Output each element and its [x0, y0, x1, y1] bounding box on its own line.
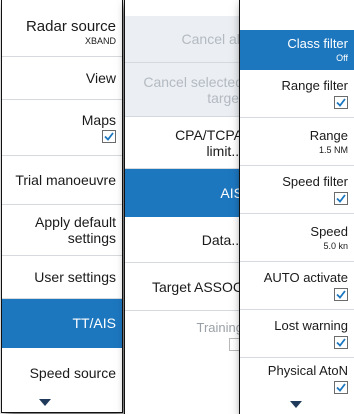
menu-item-ais[interactable]: AIS: [125, 169, 249, 217]
menu-item-radar-source[interactable]: Radar source XBAND: [2, 0, 122, 57]
menu-item-range-filter[interactable]: Range filter: [240, 70, 354, 118]
training-label: Training: [196, 319, 243, 335]
cancel-selected-target-label: Cancel selected target: [143, 73, 243, 106]
data-label: Data...: [201, 231, 243, 248]
range-label: Range: [309, 128, 348, 143]
physical-aton-checkbox[interactable]: [334, 380, 348, 394]
cancel-all-label: Cancel all: [181, 31, 243, 47]
checkmark-icon: [336, 98, 346, 107]
auto-activate-label: AUTO activate: [263, 270, 348, 285]
menu-item-range[interactable]: Range 1.5 NM: [240, 118, 354, 166]
menu-item-view[interactable]: View: [2, 57, 122, 100]
auto-activate-checkbox[interactable]: [334, 288, 348, 301]
tt-ais-submenu-panel: Cancel all Cancel selected target CPA/TC…: [125, 0, 249, 414]
maps-label: Maps: [81, 112, 116, 128]
menu-item-auto-activate[interactable]: AUTO activate: [240, 262, 354, 310]
menu-item-training: Training: [125, 311, 249, 359]
maps-checkbox[interactable]: [102, 130, 116, 143]
speed-filter-label: Speed filter: [282, 174, 348, 189]
lost-warning-label: Lost warning: [274, 318, 348, 333]
user-settings-label: User settings: [34, 269, 116, 285]
menu-item-user-settings[interactable]: User settings: [2, 256, 122, 299]
scroll-down-icon[interactable]: [39, 399, 51, 406]
speed-filter-checkbox[interactable]: [334, 192, 348, 205]
apply-default-settings-label: Apply default settings: [35, 214, 116, 246]
radar-source-value: XBAND: [84, 35, 116, 46]
menu-item-tt-ais[interactable]: TT/AIS: [2, 299, 122, 348]
menu-item-speed[interactable]: Speed 5.0 kn: [240, 214, 354, 262]
menu-item-speed-source[interactable]: Speed source: [2, 348, 122, 398]
tt-ais-label: TT/AIS: [72, 315, 116, 331]
menu-item-cpa-tcpa-limit[interactable]: CPA/TCPA limit...: [125, 117, 249, 169]
range-filter-checkbox[interactable]: [334, 96, 348, 109]
class-filter-label: Class filter: [287, 36, 348, 51]
checkmark-icon: [336, 338, 346, 347]
checkmark-icon: [104, 132, 114, 141]
menu-item-lost-warning[interactable]: Lost warning: [240, 310, 354, 358]
menu-item-maps[interactable]: Maps: [2, 100, 122, 156]
menu-item-cancel-selected-target: Cancel selected target: [125, 63, 249, 117]
radar-source-label: Radar source: [25, 17, 116, 35]
radar-menu-panel: Radar source XBAND View Maps Trial manoe…: [2, 0, 122, 412]
range-filter-label: Range filter: [281, 78, 348, 93]
lost-warning-checkbox[interactable]: [334, 336, 348, 349]
menu-item-speed-filter[interactable]: Speed filter: [240, 166, 354, 214]
checkmark-icon: [336, 382, 346, 392]
speed-value: 5.0 kn: [323, 241, 348, 251]
target-assoc-label: Target ASSOC: [151, 278, 243, 295]
trial-manoeuvre-label: Trial manoeuvre: [15, 172, 116, 188]
range-value: 1.5 NM: [318, 145, 348, 155]
menu-item-apply-default-settings[interactable]: Apply default settings: [2, 205, 122, 256]
menu-item-physical-aton[interactable]: Physical AtoN: [240, 358, 354, 398]
checkmark-icon: [336, 194, 346, 203]
menu-item-target-assoc[interactable]: Target ASSOC: [125, 263, 249, 311]
speed-label: Speed: [310, 224, 348, 239]
menu-item-class-filter[interactable]: Class filter Off: [240, 30, 354, 70]
checkmark-icon: [336, 290, 346, 299]
view-label: View: [85, 70, 116, 86]
menu-item-trial-manoeuvre[interactable]: Trial manoeuvre: [2, 156, 122, 205]
menu-item-data[interactable]: Data...: [125, 217, 249, 263]
ais-submenu-panel: Class filter Off Range filter Range 1.5 …: [240, 0, 354, 414]
scroll-down-icon[interactable]: [290, 401, 302, 408]
menu-item-cancel-all: Cancel all: [125, 16, 249, 63]
physical-aton-label: Physical AtoN: [267, 362, 348, 378]
cpa-tcpa-limit-label: CPA/TCPA limit...: [175, 126, 243, 159]
class-filter-value: Off: [336, 53, 348, 63]
speed-source-label: Speed source: [29, 365, 116, 381]
